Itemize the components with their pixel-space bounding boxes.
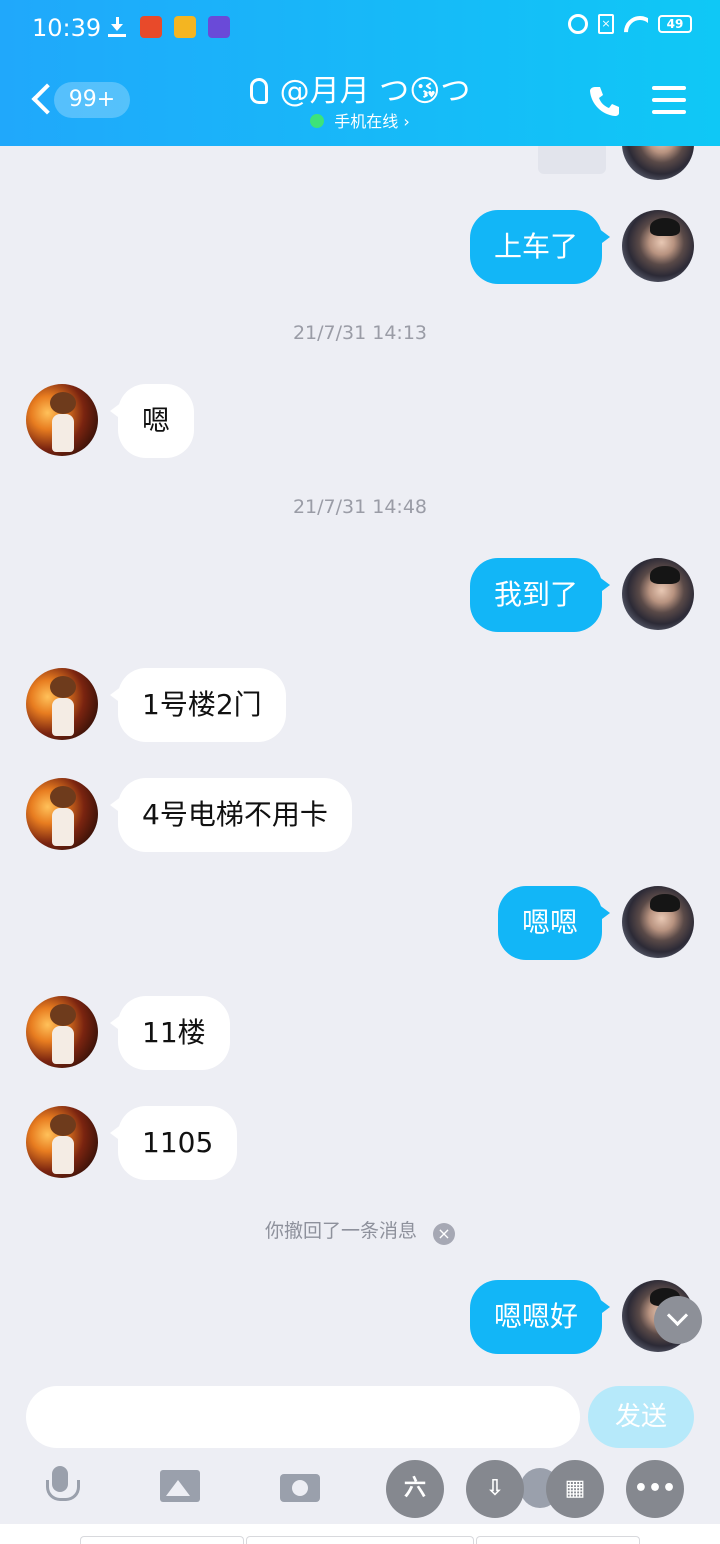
- close-icon[interactable]: ×: [433, 1223, 455, 1245]
- message-timestamp: 21/7/31 14:13: [292, 322, 428, 344]
- mic-icon[interactable]: [32, 1460, 88, 1516]
- input-bar: 发送 六 ⇩ ▦ •••: [0, 1376, 720, 1544]
- weibo-icon: [174, 16, 196, 38]
- contact-avatar[interactable]: [26, 996, 98, 1068]
- notification-icons: [106, 16, 230, 38]
- alarm-icon: [568, 14, 588, 34]
- my-avatar[interactable]: [622, 210, 694, 282]
- contact-avatar[interactable]: [26, 778, 98, 850]
- contact-message-bubble[interactable]: 嗯: [109, 384, 195, 458]
- input-toolbar: 六 ⇩ ▦ •••: [0, 1460, 720, 1520]
- online-status-label: 手机在线 ›: [334, 112, 410, 131]
- wifi-icon: [624, 14, 648, 34]
- camera-icon[interactable]: [272, 1460, 328, 1516]
- unread-count-badge[interactable]: 99+: [54, 82, 130, 118]
- contact-message-bubble[interactable]: 1号楼2门: [110, 668, 286, 742]
- status-bar: 10:39 × 49: [0, 0, 720, 56]
- message-input[interactable]: [26, 1386, 580, 1448]
- system-icons: × 49: [568, 14, 692, 34]
- contact-avatar[interactable]: [26, 668, 98, 740]
- my-message-bubble[interactable]: 我到了: [469, 558, 611, 632]
- more-icon[interactable]: •••: [626, 1460, 684, 1518]
- my-avatar[interactable]: [622, 146, 694, 180]
- online-dot-icon: [310, 114, 325, 128]
- menu-icon[interactable]: [652, 86, 686, 114]
- image-icon[interactable]: [152, 1460, 208, 1516]
- recall-notice: 你撤回了一条消息 ×: [0, 1216, 720, 1245]
- my-avatar[interactable]: [622, 886, 694, 958]
- grid-icon[interactable]: ▦: [546, 1460, 604, 1518]
- my-avatar[interactable]: [622, 558, 694, 630]
- partial-message-card: [538, 146, 606, 174]
- contact-avatar[interactable]: [26, 384, 98, 456]
- my-message-bubble[interactable]: 嗯嗯: [497, 886, 611, 960]
- contact-name: @月月 つ😘つ: [279, 74, 471, 109]
- contact-message-bubble[interactable]: 1105: [109, 1106, 238, 1180]
- contact-message-bubble[interactable]: 11楼: [110, 996, 230, 1070]
- red-packet-icon[interactable]: 六: [386, 1460, 444, 1518]
- save-icon[interactable]: ⇩: [466, 1460, 524, 1518]
- online-status: 手机在线 ›: [180, 110, 540, 134]
- recall-notice-text: 你撤回了一条消息: [264, 1220, 417, 1242]
- message-timestamp: 21/7/31 14:48: [292, 496, 428, 518]
- earpiece-mode-icon[interactable]: [249, 78, 268, 104]
- no-sim-icon: ×: [598, 14, 614, 34]
- contact-avatar[interactable]: [26, 1106, 98, 1178]
- download-icon: [106, 16, 128, 38]
- my-message-bubble[interactable]: 上车了: [469, 210, 611, 284]
- battery-icon: 49: [658, 15, 692, 33]
- system-nav-bar: [0, 1524, 720, 1544]
- my-message-bubble[interactable]: 嗯嗯好: [469, 1280, 611, 1354]
- contact-title[interactable]: @月月 つ😘つ 手机在线 ›: [180, 72, 540, 134]
- message-list[interactable]: 上车了 21/7/31 14:13 嗯 21/7/31 14:48 我到了 1号…: [0, 146, 720, 1376]
- phone-call-icon[interactable]: [588, 84, 622, 118]
- chat-header: 10:39 × 49 99+ @月月 つ😘つ 手机在线 ›: [0, 0, 720, 146]
- send-button[interactable]: 发送: [588, 1386, 694, 1448]
- tieba-icon: [208, 16, 230, 38]
- status-time: 10:39: [32, 14, 102, 42]
- scroll-to-bottom-button[interactable]: [654, 1296, 702, 1344]
- app-notification-icon: [140, 16, 162, 38]
- contact-message-bubble[interactable]: 4号电梯不用卡: [110, 778, 352, 852]
